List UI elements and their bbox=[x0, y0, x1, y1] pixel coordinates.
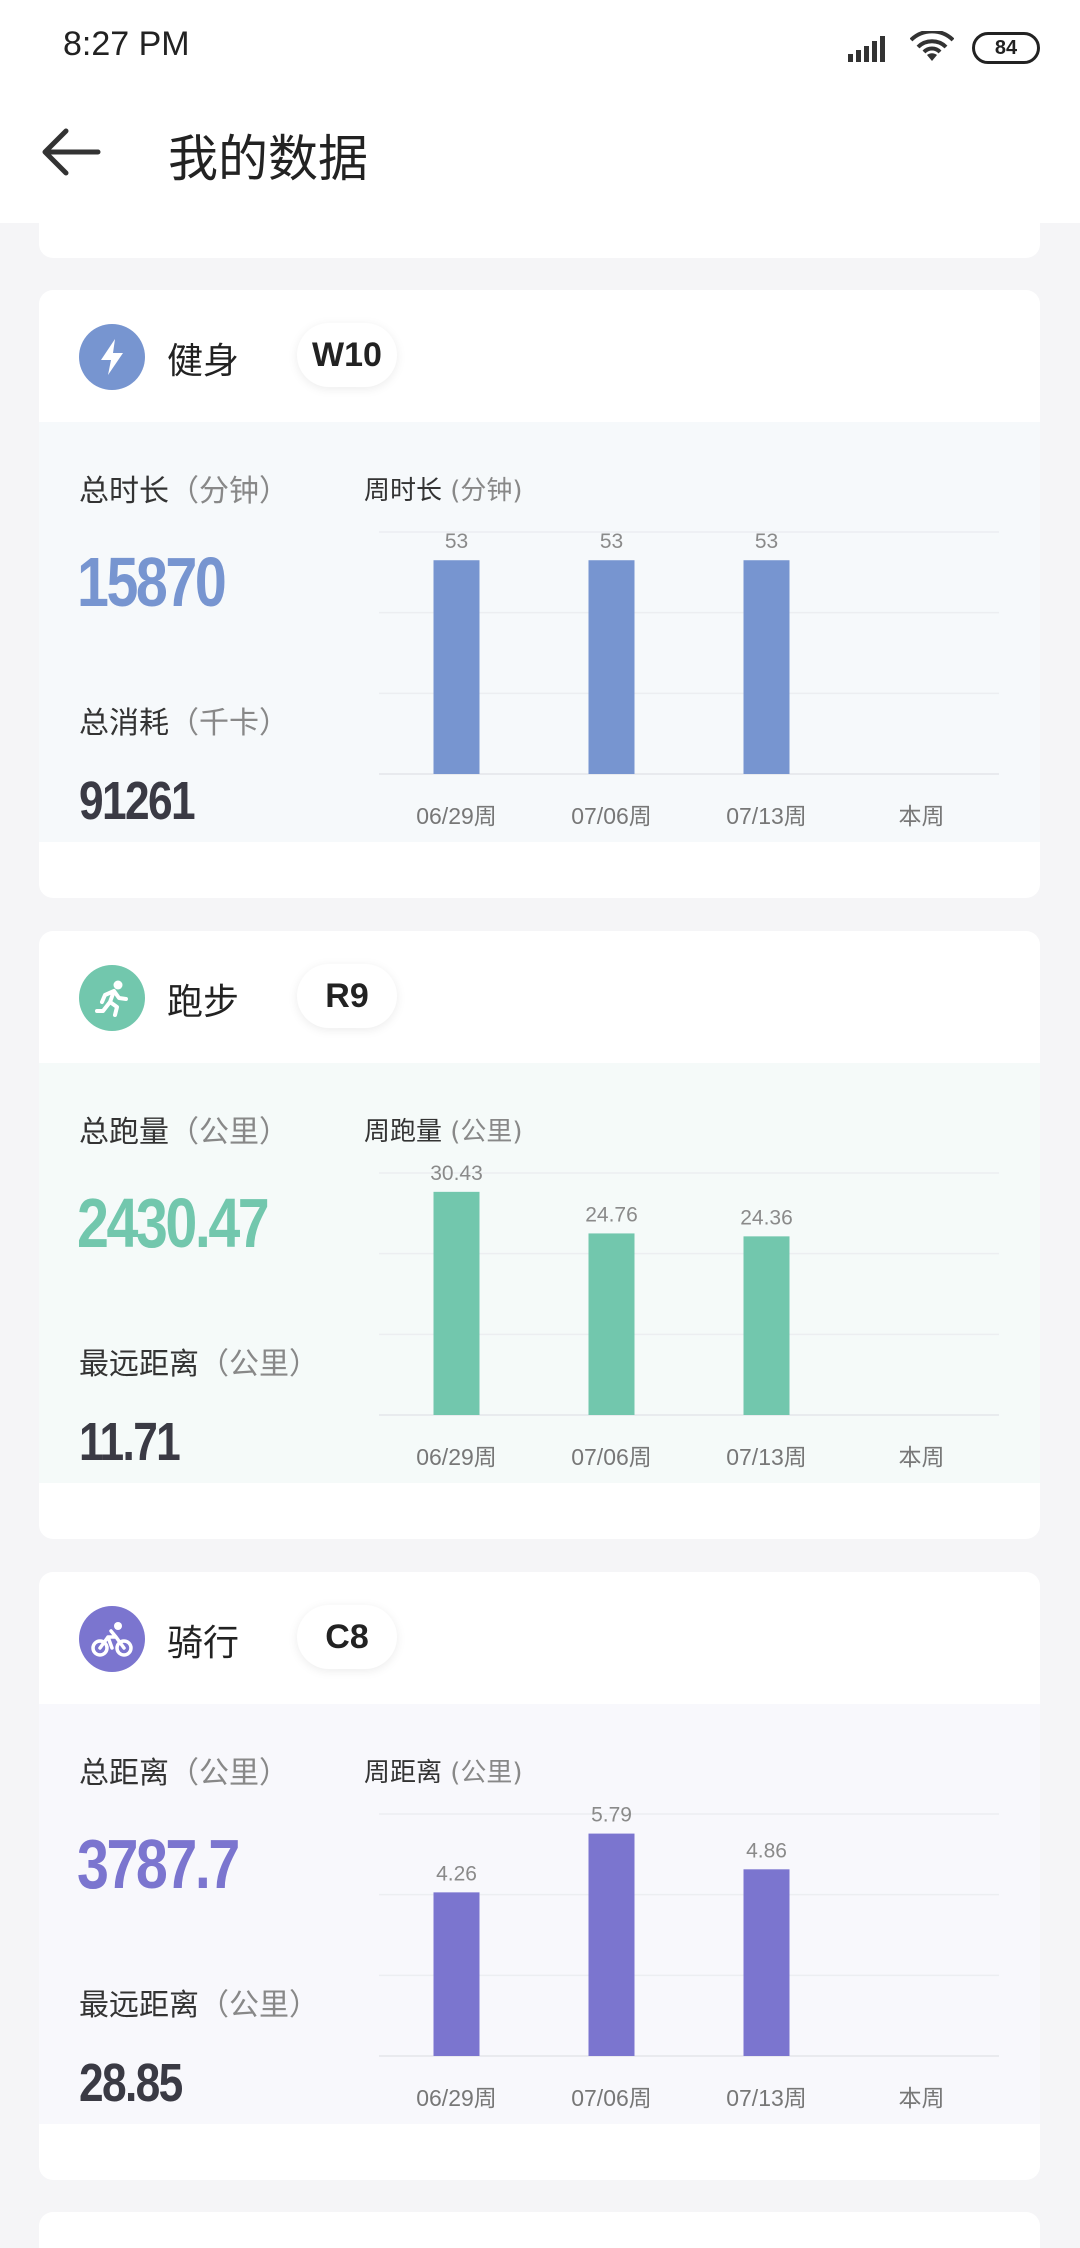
x-tick-label: 06/29周 bbox=[416, 2085, 497, 2111]
bar-value-label: 5.79 bbox=[591, 1804, 632, 1827]
total-calories-value: 91261 bbox=[79, 771, 196, 831]
chart-title: 周时长 (分钟) bbox=[364, 470, 523, 507]
previous-card-edge bbox=[39, 223, 1040, 258]
card-stats: 总时长（分钟） 15870 总消耗（千卡） 91261 周时长 (分钟) 53 0… bbox=[39, 422, 1040, 842]
sport-icon-badge bbox=[79, 1606, 145, 1672]
bar-value-label: 4.26 bbox=[436, 1862, 477, 1885]
card-stats: 总跑量（公里） 2430.47 最远距离（公里） 11.71 周跑量 (公里) … bbox=[39, 1063, 1040, 1483]
x-tick-label: 06/29周 bbox=[416, 1444, 497, 1470]
card-header: 健身 W10 bbox=[39, 290, 1040, 422]
chart-title-text: 周时长 bbox=[364, 476, 443, 506]
bar-value-label: 24.36 bbox=[740, 1206, 793, 1229]
bar-value-label: 53 bbox=[445, 530, 468, 553]
stat-label-text: 最远距离 bbox=[79, 1988, 199, 2023]
card-header: 跑步 R9 bbox=[39, 931, 1040, 1063]
total-duration-label: 总时长（分钟） bbox=[79, 466, 289, 510]
bar-value-label: 30.43 bbox=[430, 1162, 483, 1185]
bar-value-label: 53 bbox=[600, 530, 623, 553]
stat-label-text: 总距离 bbox=[79, 1756, 169, 1791]
longest-distance-label: 最远距离（公里） bbox=[79, 1339, 319, 1383]
x-tick-label: 本周 bbox=[899, 2085, 945, 2111]
card-header: 骑行 C8 bbox=[39, 1572, 1040, 1704]
back-button[interactable] bbox=[36, 117, 106, 187]
chart-bar bbox=[433, 1191, 480, 1415]
runner-icon bbox=[95, 980, 128, 1017]
weekly-distance-chart: 4.26 06/29周 5.79 07/06周 4.86 07/13周 本周 bbox=[379, 1804, 999, 2111]
stat-unit-text: （公里） bbox=[169, 1115, 289, 1150]
chart-bar bbox=[743, 1236, 790, 1415]
chart-bar bbox=[433, 560, 480, 774]
longest-distance-label: 最远距离（公里） bbox=[79, 1980, 319, 2024]
stat-label-text: 总跑量 bbox=[79, 1115, 169, 1150]
total-distance-value: 3787.7 bbox=[77, 1825, 240, 1903]
chart-title: 周跑量 (公里) bbox=[364, 1111, 523, 1148]
weekly-distance-chart: 30.43 06/29周 24.76 07/06周 24.36 07/13周 本周 bbox=[379, 1162, 999, 1470]
total-duration-value: 15870 bbox=[77, 543, 227, 621]
x-tick-label: 本周 bbox=[899, 803, 945, 829]
card-stats: 总距离（公里） 3787.7 最远距离（公里） 28.85 周距离 (公里) 4… bbox=[39, 1704, 1040, 2124]
stat-label-text: 最远距离 bbox=[79, 1347, 199, 1382]
chart-unit-text: (分钟) bbox=[450, 476, 523, 506]
x-tick-label: 06/29周 bbox=[416, 803, 497, 829]
chart-bar bbox=[743, 1869, 790, 2056]
arrow-left-icon bbox=[42, 128, 101, 176]
bar-value-label: 53 bbox=[755, 530, 778, 553]
chart-bar bbox=[588, 1833, 635, 2056]
longest-distance-value: 28.85 bbox=[79, 2053, 183, 2113]
total-distance-label: 总跑量（公里） bbox=[79, 1107, 289, 1151]
sport-icon-badge bbox=[79, 324, 145, 390]
chart-bar bbox=[433, 1892, 480, 2056]
chart-title-text: 周跑量 bbox=[364, 1117, 443, 1147]
battery-indicator: 84 bbox=[972, 32, 1040, 64]
cycling-card[interactable]: 骑行 C8 总距离（公里） 3787.7 最远距离（公里） 28.85 周距离 … bbox=[39, 1572, 1040, 2180]
x-tick-label: 07/13周 bbox=[726, 803, 807, 829]
chart-bar bbox=[743, 560, 790, 774]
wifi-icon bbox=[910, 31, 954, 61]
sport-name: 跑步 bbox=[167, 982, 240, 1023]
chart-title-text: 周距离 bbox=[364, 1758, 443, 1788]
x-tick-label: 07/13周 bbox=[726, 1444, 807, 1470]
running-card[interactable]: 跑步 R9 总跑量（公里） 2430.47 最远距离（公里） 11.71 周跑量… bbox=[39, 931, 1040, 1539]
status-icons: 84 bbox=[848, 28, 1040, 68]
stat-label-text: 总时长 bbox=[79, 474, 169, 509]
bar-value-label: 24.76 bbox=[585, 1203, 638, 1226]
stat-unit-text: （公里） bbox=[199, 1988, 319, 2023]
x-tick-label: 07/06周 bbox=[571, 1444, 652, 1470]
level-badge: W10 bbox=[297, 323, 397, 387]
weekly-duration-chart: 53 06/29周 53 07/06周 53 07/13周 本周 bbox=[379, 530, 999, 829]
stat-unit-text: （公里） bbox=[169, 1756, 289, 1791]
signal-icon bbox=[848, 36, 885, 62]
stat-label-text: 总消耗 bbox=[79, 706, 169, 741]
app-header: 我的数据 bbox=[0, 95, 1080, 223]
stat-unit-text: （千卡） bbox=[169, 706, 289, 741]
chart-unit-text: (公里) bbox=[450, 1117, 523, 1147]
bicycle-icon bbox=[91, 1622, 133, 1657]
chart-bar bbox=[588, 560, 635, 774]
page-title: 我的数据 bbox=[168, 130, 368, 188]
x-tick-label: 07/13周 bbox=[726, 2085, 807, 2111]
x-tick-label: 本周 bbox=[899, 1444, 945, 1470]
status-bar: 8:27 PM 84 bbox=[0, 0, 1080, 95]
next-card-edge bbox=[39, 2212, 1040, 2248]
level-badge: R9 bbox=[297, 964, 397, 1028]
sport-name: 健身 bbox=[167, 341, 240, 382]
total-distance-value: 2430.47 bbox=[77, 1184, 270, 1262]
chart-title: 周距离 (公里) bbox=[364, 1752, 523, 1789]
total-distance-label: 总距离（公里） bbox=[79, 1748, 289, 1792]
total-calories-label: 总消耗（千卡） bbox=[79, 698, 289, 742]
status-time: 8:27 PM bbox=[63, 25, 190, 63]
longest-distance-value: 11.71 bbox=[79, 1412, 181, 1472]
bar-value-label: 4.86 bbox=[746, 1839, 787, 1862]
sport-icon-badge bbox=[79, 965, 145, 1031]
stat-unit-text: （分钟） bbox=[169, 474, 289, 509]
fitness-card[interactable]: 健身 W10 总时长（分钟） 15870 总消耗（千卡） 91261 周时长 (… bbox=[39, 290, 1040, 898]
x-tick-label: 07/06周 bbox=[571, 803, 652, 829]
bolt-icon bbox=[101, 339, 123, 375]
level-badge: C8 bbox=[297, 1605, 397, 1669]
sport-name: 骑行 bbox=[167, 1623, 240, 1664]
stat-unit-text: （公里） bbox=[199, 1347, 319, 1382]
x-tick-label: 07/06周 bbox=[571, 2085, 652, 2111]
chart-bar bbox=[588, 1233, 635, 1415]
chart-unit-text: (公里) bbox=[450, 1758, 523, 1788]
